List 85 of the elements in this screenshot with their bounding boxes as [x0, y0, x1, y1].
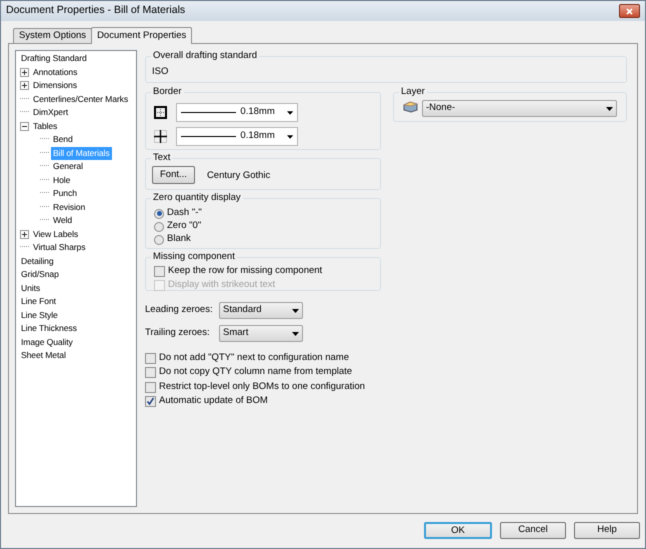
- tree-item[interactable]: Drafting Standard: [19, 52, 89, 66]
- tree-item[interactable]: Weld: [51, 214, 74, 228]
- group-title: Layer: [399, 86, 427, 98]
- radio-button[interactable]: [154, 222, 164, 232]
- tree-item[interactable]: Revision: [51, 200, 88, 214]
- caret-icon: [292, 308, 299, 312]
- tree-item[interactable]: Line Font: [19, 295, 58, 308]
- radio-label: Zero "0": [167, 219, 202, 234]
- radio-label: Dash "-": [167, 206, 202, 220]
- tree-line: [40, 178, 49, 180]
- tree-item[interactable]: Centerlines/Center Marks: [31, 92, 130, 106]
- checkbox-label: Restrict top-level only BOMs to one configuration: [159, 380, 365, 394]
- tree-line: [40, 192, 49, 194]
- radio-button[interactable]: [154, 234, 164, 244]
- tree-item[interactable]: Annotations: [31, 66, 80, 79]
- font-button[interactable]: Font...: [152, 166, 195, 184]
- window-title: Document Properties - Bill of Materials: [6, 3, 186, 18]
- group-title: Zero quantity display: [151, 192, 243, 204]
- tree-item[interactable]: General: [51, 160, 85, 174]
- field-label: Leading zeroes:: [145, 303, 214, 318]
- tab[interactable]: Document Properties: [91, 27, 192, 44]
- tree-item[interactable]: Bend: [51, 133, 75, 146]
- radio-button[interactable]: [154, 208, 164, 218]
- checkbox[interactable]: [145, 382, 156, 392]
- line-weight-dropdown[interactable]: 0.18mm: [176, 103, 298, 122]
- checkbox-label: Do not copy QTY column name from template: [159, 365, 352, 380]
- tree-item[interactable]: Dimensions: [31, 79, 79, 92]
- dropdown[interactable]: Smart: [219, 325, 303, 342]
- dialog-button[interactable]: Help: [574, 522, 640, 539]
- plus-box-icon[interactable]: [20, 68, 29, 77]
- tree-item[interactable]: Units: [19, 282, 42, 295]
- checkbox[interactable]: [145, 367, 156, 378]
- caret-icon: [286, 134, 293, 138]
- line-weight-value: 0.18mm: [240, 105, 276, 120]
- tree-item[interactable]: Image Quality: [19, 336, 75, 349]
- checkbox-label: Automatic update of BOM: [159, 394, 268, 408]
- plus-box-icon[interactable]: [20, 230, 29, 239]
- caret-icon: [606, 106, 613, 110]
- tree-item[interactable]: Sheet Metal: [19, 349, 68, 362]
- dropdown[interactable]: Standard: [219, 302, 303, 319]
- checkbox-label: Display with strikeout text: [168, 278, 276, 292]
- group-title: Missing component: [151, 251, 237, 263]
- dialog-button[interactable]: OK: [424, 522, 492, 539]
- tab[interactable]: System Options: [13, 28, 92, 43]
- tree-line: [40, 138, 49, 140]
- checkbox-label: Do not add "QTY" next to configuration name: [159, 350, 349, 365]
- checkbox[interactable]: [145, 352, 156, 364]
- dialog-button[interactable]: Cancel: [500, 522, 566, 539]
- checkbox[interactable]: [145, 396, 156, 407]
- group-title: Overall drafting standard: [151, 50, 260, 62]
- tree-line: [40, 165, 49, 166]
- standard-value: ISO: [152, 66, 168, 77]
- tree-item[interactable]: DimXpert: [31, 106, 70, 120]
- tree-item[interactable]: Tables: [31, 120, 60, 133]
- radio-label: Blank: [167, 232, 191, 246]
- tree-line: [40, 152, 49, 153]
- close-icon: [626, 8, 633, 14]
- line-weight-dropdown[interactable]: 0.18mm: [176, 127, 298, 146]
- outer-border-icon: [154, 106, 167, 119]
- tree-item[interactable]: Grid/Snap: [19, 268, 61, 282]
- tree-item[interactable]: Detailing: [19, 254, 56, 268]
- tree-item[interactable]: Punch: [51, 187, 79, 200]
- line-weight-value: 0.18mm: [240, 129, 276, 144]
- tree-item[interactable]: Line Style: [19, 308, 60, 322]
- checkbox[interactable]: [154, 266, 165, 276]
- inner-border-icon: [154, 130, 167, 143]
- tree-item[interactable]: View Labels: [31, 228, 80, 241]
- plus-box-icon[interactable]: [20, 81, 29, 90]
- tree-line: [20, 111, 29, 112]
- font-name: Century Gothic: [206, 169, 270, 183]
- caret-icon: [292, 332, 299, 336]
- tree-item[interactable]: Hole: [51, 174, 72, 187]
- tree-item[interactable]: Line Thickness: [19, 322, 79, 336]
- field-label: Trailing zeroes:: [145, 326, 211, 340]
- close-button[interactable]: [619, 4, 640, 18]
- tree-item[interactable]: Virtual Sharps: [31, 241, 88, 254]
- tree-line: [40, 219, 49, 220]
- tree-line: [20, 246, 29, 248]
- layers-icon: [403, 100, 418, 113]
- caret-icon: [286, 110, 293, 114]
- tree-line: [20, 98, 29, 99]
- checkbox-label: Keep the row for missing component: [168, 264, 322, 278]
- minus-box-icon[interactable]: [20, 122, 29, 131]
- dropdown[interactable]: -None-: [422, 100, 617, 117]
- tree-line: [40, 206, 49, 207]
